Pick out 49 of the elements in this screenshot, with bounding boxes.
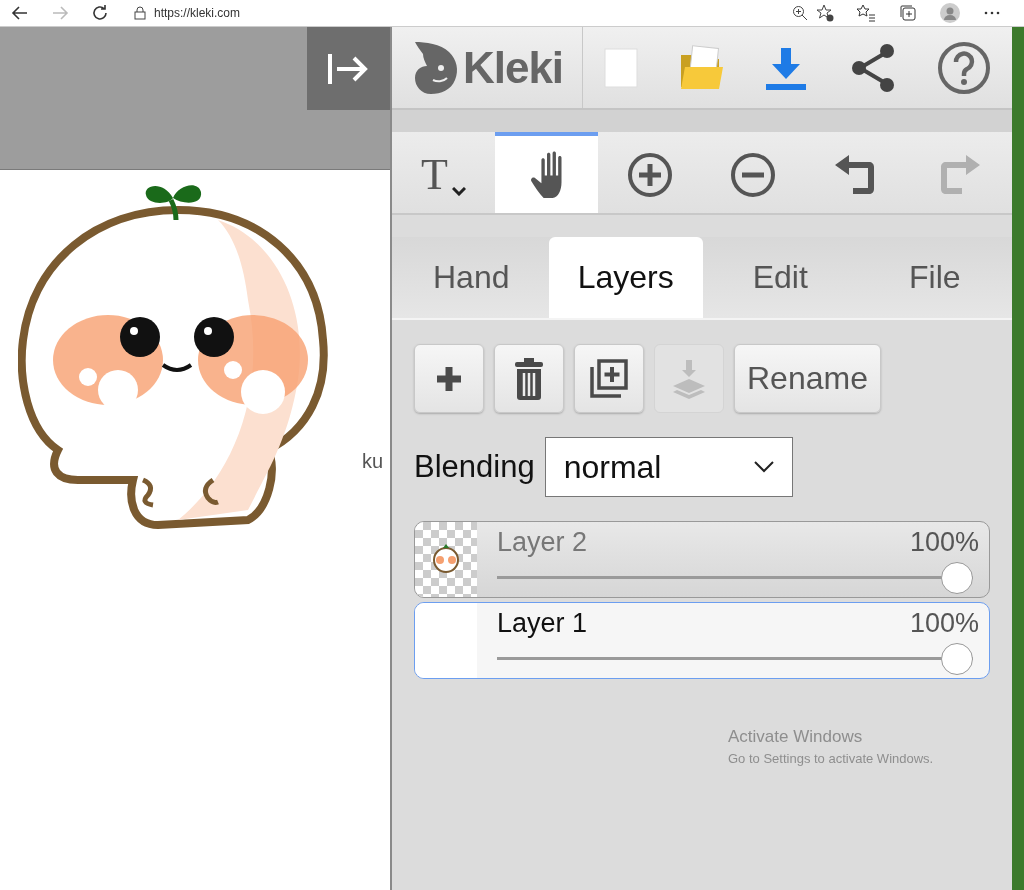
zoom-icon[interactable]	[792, 5, 808, 21]
folder-icon	[679, 44, 724, 91]
help-icon	[937, 40, 992, 95]
panel-tab[interactable]: File	[857, 237, 1012, 318]
layer-opacity: 100%	[909, 607, 979, 639]
hand-icon	[529, 150, 564, 199]
rename-layer-button[interactable]: Rename	[734, 344, 881, 413]
logo-text: Kleki	[462, 42, 564, 93]
blending-label: Blending	[414, 449, 535, 485]
panel-tab[interactable]: Edit	[703, 237, 858, 318]
panel-tab[interactable]: Hand	[394, 237, 549, 318]
download-icon	[764, 45, 809, 90]
activation-title: Activate Windows	[728, 727, 864, 747]
duplicate-icon	[589, 358, 629, 399]
blank-page-icon	[603, 47, 638, 88]
plus-icon	[435, 364, 463, 393]
merge-down-icon	[671, 358, 707, 399]
layer-name: Layer 1	[497, 607, 588, 639]
collapse-panel-button[interactable]	[307, 27, 390, 110]
activation-message: Go to Settings to activate Windows.	[728, 751, 934, 766]
slider-thumb[interactable]	[941, 643, 973, 675]
trash-icon	[515, 357, 543, 400]
add-layer-button[interactable]	[414, 344, 484, 413]
duplicate-layer-button[interactable]	[574, 344, 644, 413]
share-icon	[849, 42, 896, 93]
slider-thumb[interactable]	[941, 562, 973, 594]
zoom-in-icon	[626, 151, 673, 198]
layer-row[interactable]: Layer 2 100%	[414, 521, 990, 598]
avatar-icon[interactable]	[940, 3, 960, 23]
collections-icon[interactable]	[898, 3, 918, 23]
text-tool-button[interactable]: T	[392, 132, 495, 213]
blending-dropdown[interactable]: normal	[544, 437, 793, 497]
refresh-icon[interactable]	[90, 3, 110, 23]
save-button[interactable]	[764, 45, 809, 90]
canvas-text: ku	[362, 450, 384, 473]
layer-opacity: 100%	[909, 526, 979, 558]
caret-icon	[451, 187, 466, 196]
favorites-icon[interactable]	[856, 3, 876, 23]
chevron-down-icon	[753, 461, 774, 473]
share-button[interactable]	[849, 42, 896, 93]
panel-tab[interactable]: Layers	[548, 237, 703, 318]
lock-icon	[134, 6, 146, 20]
add-favorite-icon[interactable]	[816, 4, 834, 22]
layer-row[interactable]: Layer 1 100%	[414, 602, 990, 679]
hand-tool-button[interactable]	[495, 132, 598, 213]
layer-name: Layer 2	[497, 526, 588, 558]
delete-layer-button[interactable]	[494, 344, 564, 413]
help-button[interactable]	[937, 40, 992, 95]
zoom-out-icon	[729, 151, 776, 198]
